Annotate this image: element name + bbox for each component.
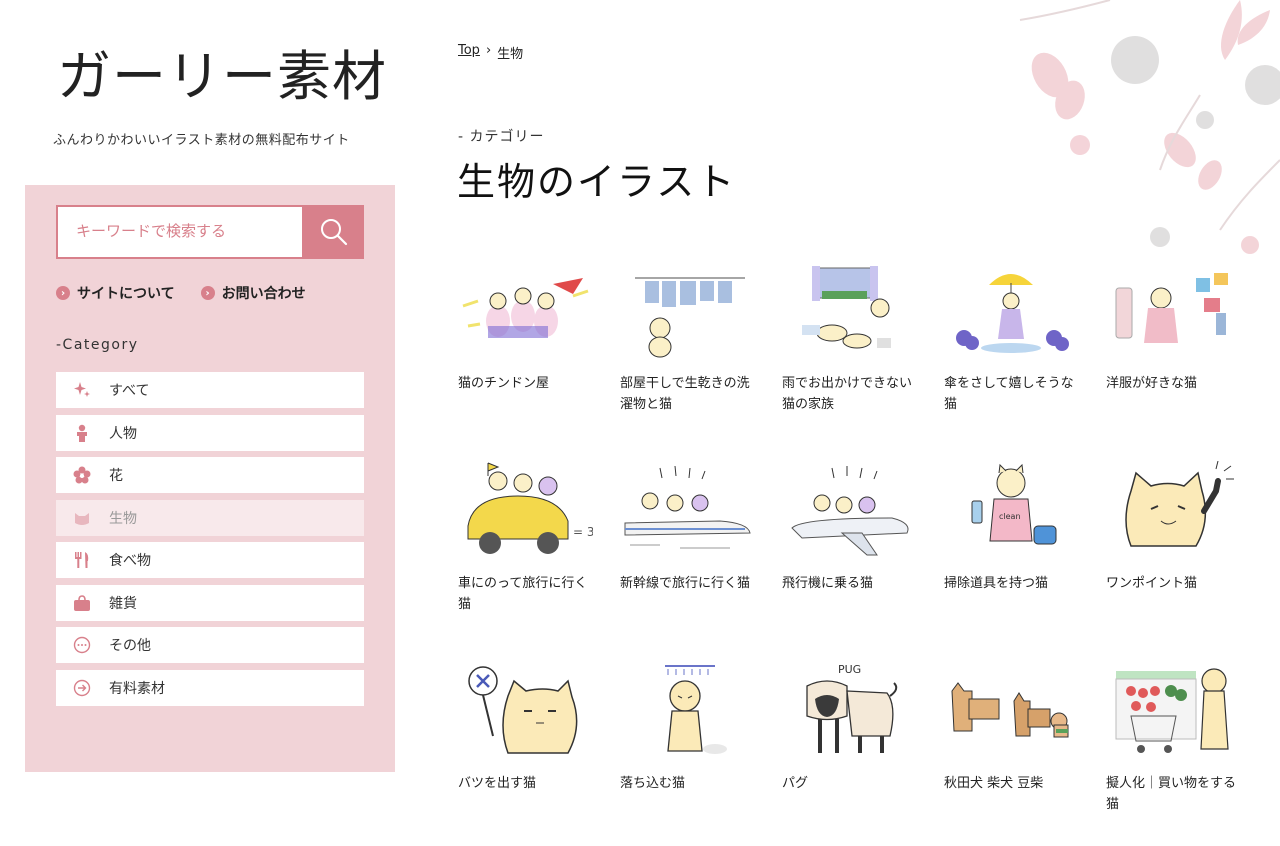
breadcrumb-current: 生物	[497, 47, 524, 62]
three-dogs-illustration	[939, 658, 1084, 763]
illustration-card[interactable]: PUG パグ	[777, 658, 922, 794]
illustration-title: 雨でお出かけできない猫の家族	[782, 376, 913, 412]
category-label: 有料素材	[109, 680, 165, 697]
illustration-card[interactable]: clean 掃除道具を持つ猫	[939, 458, 1084, 594]
cats-parade-illustration	[453, 258, 598, 363]
category-label: 花	[109, 468, 123, 484]
illustration-card[interactable]: 傘をさして嬉しそうな猫	[939, 258, 1084, 415]
search-button[interactable]	[304, 205, 364, 259]
illustration-card[interactable]: 洋服が好きな猫	[1101, 258, 1246, 394]
bullet-train-cats-illustration	[615, 458, 760, 563]
illustration-title: パグ	[782, 776, 809, 791]
bag-icon	[73, 594, 91, 612]
breadcrumb: Top › 生物	[458, 43, 523, 62]
illustration-card[interactable]: = 3 車にのって旅行に行く猫	[453, 458, 598, 615]
illustration-title: 新幹線で旅行に行く猫	[620, 576, 751, 591]
category-eyebrow: - カテゴリー	[458, 129, 545, 145]
search-box	[56, 205, 304, 259]
illustration-title: 掃除道具を持つ猫	[944, 576, 1049, 591]
contact-link-label: お問い合わせ	[221, 286, 306, 302]
illustration-card[interactable]: 落ち込む猫	[615, 658, 760, 794]
svg-text:clean: clean	[999, 512, 1021, 521]
category-item-people[interactable]: 人物	[56, 414, 364, 451]
floral-decoration	[1019, 0, 1280, 254]
illustration-title: 擬人化｜買い物をする猫	[1106, 776, 1237, 812]
about-link[interactable]: › サイトについて	[56, 283, 175, 303]
flower-icon	[73, 466, 91, 484]
illustration-title: 車にのって旅行に行く猫	[458, 576, 588, 612]
illustration-title: ワンポイント猫	[1106, 576, 1198, 591]
illustration-title: バツを出す猫	[458, 776, 537, 791]
illustration-title: 飛行機に乗る猫	[782, 576, 874, 591]
sidebar: › サイトについて › お問い合わせ -Category すべて 人物 花	[25, 185, 395, 772]
pug-caption: PUG	[838, 663, 861, 676]
shopping-cat-illustration	[1101, 658, 1246, 763]
category-item-paid[interactable]: 有料素材	[56, 669, 364, 706]
airplane-cats-illustration	[777, 458, 922, 563]
illustration-card[interactable]: 猫のチンドン屋	[453, 258, 598, 394]
category-label: 雑貨	[109, 595, 137, 612]
category-item-flower[interactable]: 花	[56, 457, 364, 493]
svg-text:= 3: = 3	[573, 525, 593, 539]
category-item-all[interactable]: すべて	[56, 372, 364, 408]
umbrella-cat-illustration	[939, 258, 1084, 363]
category-list: すべて 人物 花 生物 食べ物 雑貨 その他 有料素材	[56, 372, 364, 712]
illustration-card[interactable]: 新幹線で旅行に行く猫	[615, 458, 760, 594]
pointing-cat-illustration	[1101, 458, 1246, 563]
illustration-title: 傘をさして嬉しそうな猫	[944, 376, 1074, 412]
illustration-card[interactable]: 雨でお出かけできない猫の家族	[777, 258, 922, 415]
cutlery-icon	[73, 551, 91, 569]
car-trip-cats-illustration: = 3	[453, 458, 598, 563]
illustration-title: 秋田犬 柴犬 豆柴	[944, 776, 1044, 791]
category-label: 食べ物	[109, 553, 151, 569]
cat-icon	[73, 509, 91, 527]
search-form	[56, 205, 364, 259]
fashion-cat-illustration	[1101, 258, 1246, 363]
person-icon	[73, 424, 91, 442]
illustration-card[interactable]: バツを出す猫	[453, 658, 598, 794]
category-label: その他	[109, 638, 151, 654]
category-item-goods[interactable]: 雑貨	[56, 584, 364, 621]
arrow-circle-icon	[73, 679, 91, 697]
pug-illustration: PUG	[777, 658, 922, 763]
category-label: 生物	[109, 510, 137, 527]
cleaning-cat-illustration: clean	[939, 458, 1084, 563]
category-label: すべて	[109, 383, 150, 399]
illustration-title: 落ち込む猫	[620, 776, 686, 791]
laundry-cat-illustration	[615, 258, 760, 363]
illustration-card[interactable]: ワンポイント猫	[1101, 458, 1246, 594]
illustration-title: 猫のチンドン屋	[458, 376, 550, 391]
category-label: 人物	[109, 425, 137, 442]
sad-cat-illustration	[615, 658, 760, 763]
illustration-card[interactable]: 秋田犬 柴犬 豆柴	[939, 658, 1084, 794]
about-link-label: サイトについて	[77, 286, 175, 302]
search-input[interactable]	[74, 221, 298, 241]
contact-link[interactable]: › お問い合わせ	[200, 283, 306, 303]
rainy-day-cats-illustration	[777, 258, 922, 363]
ellipsis-icon	[73, 636, 91, 654]
breadcrumb-home-link[interactable]: Top	[458, 43, 480, 62]
illustration-card[interactable]: 擬人化｜買い物をする猫	[1101, 658, 1246, 815]
breadcrumb-separator: ›	[485, 43, 492, 58]
illustration-title: 部屋干しで生乾きの洗濯物と猫	[620, 376, 750, 412]
sidebar-links: › サイトについて › お問い合わせ	[56, 283, 306, 303]
site-logo[interactable]: ガーリー素材	[57, 32, 387, 111]
category-item-food[interactable]: 食べ物	[56, 542, 364, 578]
arrow-circle-icon: ›	[200, 286, 215, 300]
illustration-title: 洋服が好きな猫	[1106, 376, 1198, 391]
page-title: 生物のイラスト	[457, 160, 737, 204]
category-item-creatures[interactable]: 生物	[56, 499, 364, 536]
x-sign-cat-illustration	[453, 658, 598, 763]
search-icon	[321, 219, 348, 246]
illustration-card[interactable]: 飛行機に乗る猫	[777, 458, 922, 594]
site-tagline: ふんわりかわいいイラスト素材の無料配布サイト	[53, 133, 350, 148]
category-heading: -Category	[56, 337, 139, 353]
arrow-circle-icon: ›	[56, 286, 70, 300]
sparkle-icon	[73, 381, 91, 399]
illustration-card[interactable]: 部屋干しで生乾きの洗濯物と猫	[615, 258, 760, 415]
category-item-other[interactable]: その他	[56, 627, 364, 663]
